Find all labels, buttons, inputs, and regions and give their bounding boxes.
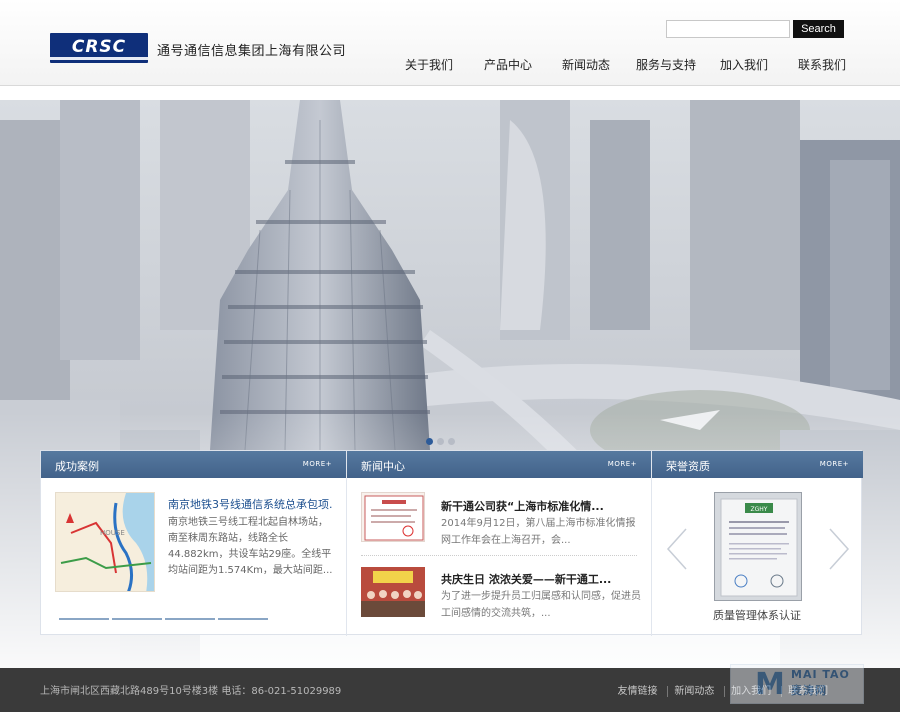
panel-header: 新闻中心 MORE+ xyxy=(347,451,651,478)
slider-dot[interactable] xyxy=(426,438,433,445)
panel-news: 新闻中心 MORE+ 新干通公司获“上海市标准化情... 2014年9月12日，… xyxy=(347,451,651,636)
certificate-caption: 质量管理体系认证 xyxy=(713,609,801,622)
nav-item-contact[interactable]: 联系我们 xyxy=(798,56,846,73)
footer-link-news[interactable]: 新闻动态 xyxy=(667,686,715,697)
quality-certificate-icon: ZGHY xyxy=(720,498,798,597)
site-header: CRSC 通号通信信息集团上海有限公司 Search 关于我们 产品中心 新闻动… xyxy=(0,0,900,86)
news-thumbnail[interactable] xyxy=(361,567,425,617)
group-photo-icon xyxy=(361,567,425,617)
footer-link-friends[interactable]: 友情链接 xyxy=(612,686,658,697)
certificate-badge-text: ZGHY xyxy=(751,506,768,513)
news-separator xyxy=(361,555,637,556)
panel-honors: 荣誉资质 MORE+ ZGHY 质量管理体系认证 xyxy=(652,451,863,636)
company-name: 通号通信信息集团上海有限公司 xyxy=(157,44,347,59)
site-watermark: M MAI TAO 麦涛网 xyxy=(730,664,864,704)
panel-title: 新闻中心 xyxy=(361,460,405,473)
certificate-image[interactable]: ZGHY xyxy=(714,492,802,601)
search-button[interactable]: Search xyxy=(793,20,844,38)
watermark-text: MAI TAO 麦涛网 xyxy=(791,667,850,699)
crsc-logo[interactable]: CRSC xyxy=(50,33,148,63)
certificate-image-icon xyxy=(364,495,424,541)
chevron-right-icon[interactable] xyxy=(828,527,850,571)
panel-header: 成功案例 MORE+ xyxy=(41,451,346,478)
nav-item-service[interactable]: 服务与支持 xyxy=(636,56,696,73)
search-input[interactable] xyxy=(666,20,790,38)
carousel-tab[interactable] xyxy=(112,618,162,620)
panel-cases: 成功案例 MORE+ HOUSE 南京地铁3号线通信系统总承包项... 南京地铁… xyxy=(41,451,346,636)
case-thumbnail[interactable]: HOUSE xyxy=(55,492,155,592)
more-link[interactable]: MORE+ xyxy=(303,460,332,468)
nav-item-join[interactable]: 加入我们 xyxy=(720,56,768,73)
panel-title: 成功案例 xyxy=(55,460,99,473)
nav-item-about[interactable]: 关于我们 xyxy=(405,56,453,73)
case-title[interactable]: 南京地铁3号线通信系统总承包项... xyxy=(168,496,333,512)
slider-dot[interactable] xyxy=(437,438,444,445)
carousel-tab[interactable] xyxy=(218,618,268,620)
panel-title: 荣誉资质 xyxy=(666,460,710,473)
more-link[interactable]: MORE+ xyxy=(608,460,637,468)
news-thumbnail[interactable] xyxy=(361,492,425,542)
footer-address: 上海市闸北区西藏北路489号10号楼3楼 电话：86-021-51029989 xyxy=(40,686,342,697)
logo-text: CRSC xyxy=(71,37,127,57)
news-description: 2014年9月12日，第八届上海市标准化情报网工作年会在上海召开，会... xyxy=(441,518,636,546)
case-carousel-tabs xyxy=(59,609,271,623)
watermark-line-2: 麦涛网 xyxy=(791,684,827,697)
logo-underline xyxy=(50,57,148,60)
news-title[interactable]: 共庆生日 浓浓关爱——新干通工... xyxy=(441,571,631,587)
carousel-tab[interactable] xyxy=(59,618,109,620)
panel-header: 荣誉资质 MORE+ xyxy=(652,451,863,478)
watermark-logo-icon: M xyxy=(755,667,785,702)
nav-item-products[interactable]: 产品中心 xyxy=(484,56,532,73)
subway-map-icon: HOUSE xyxy=(56,493,154,591)
more-link[interactable]: MORE+ xyxy=(820,460,849,468)
slider-dot[interactable] xyxy=(448,438,455,445)
slider-dots xyxy=(424,434,457,448)
chevron-left-icon[interactable] xyxy=(666,527,688,571)
main-nav: 关于我们 产品中心 新闻动态 服务与支持 加入我们 联系我们 xyxy=(392,56,862,72)
news-description: 为了进一步提升员工归属感和认同感，促进员工间感情的交流共筑，... xyxy=(441,591,641,619)
nav-item-news[interactable]: 新闻动态 xyxy=(562,56,610,73)
news-title[interactable]: 新干通公司获“上海市标准化情... xyxy=(441,498,631,514)
carousel-tab[interactable] xyxy=(165,618,215,620)
case-description: 南京地铁三号线工程北起自林场站，南至秣周东路站，线路全长44.882km，共设车… xyxy=(168,517,333,576)
content-panels: 成功案例 MORE+ HOUSE 南京地铁3号线通信系统总承包项... 南京地铁… xyxy=(40,450,863,636)
map-label: HOUSE xyxy=(100,529,125,537)
watermark-line-1: MAI TAO xyxy=(791,668,850,681)
